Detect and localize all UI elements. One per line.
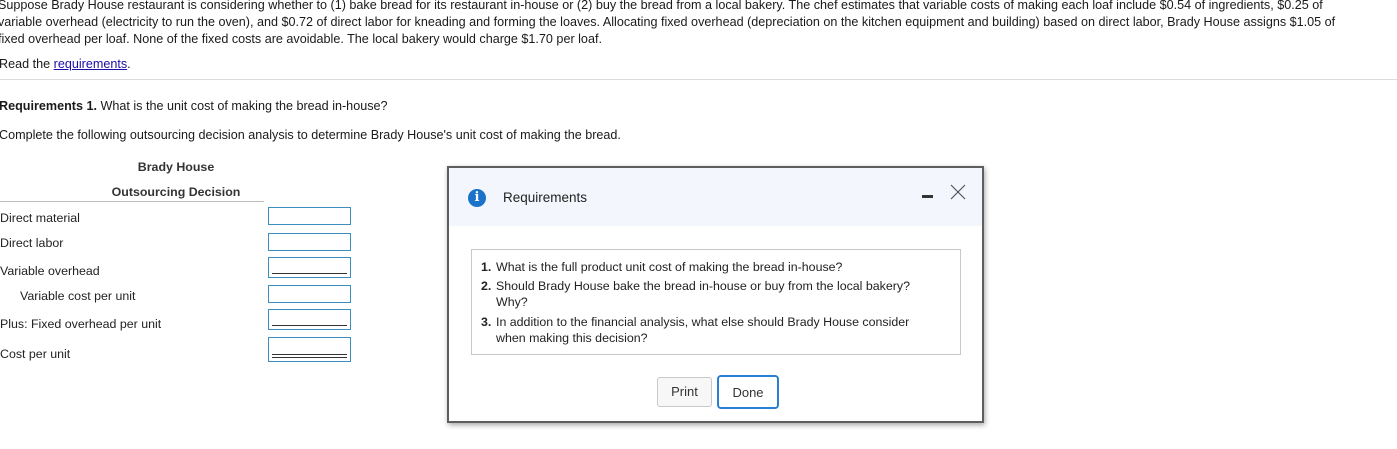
requirement-text-cont: Why? bbox=[496, 295, 528, 309]
requirement-number: 1. bbox=[481, 260, 492, 274]
problem-statement: Suppose Brady House restaurant is consid… bbox=[0, 0, 1393, 48]
requirement-number: 3. bbox=[481, 315, 492, 329]
row-label-variable-cost: Variable cost per unit bbox=[20, 289, 136, 303]
table-header-rule bbox=[0, 201, 264, 202]
direct-material-input[interactable] bbox=[268, 207, 351, 225]
variable-cost-input[interactable] bbox=[268, 285, 351, 303]
requirement-item-3: 3. In addition to the financial analysis… bbox=[481, 314, 951, 346]
table-title-company: Brady House bbox=[137, 160, 215, 174]
print-button[interactable]: Print bbox=[657, 377, 712, 407]
fixed-overhead-input[interactable] bbox=[268, 309, 351, 330]
row-label-direct-material: Direct material bbox=[0, 211, 80, 225]
minimize-icon[interactable] bbox=[922, 195, 933, 198]
row-label-direct-labor: Direct labor bbox=[0, 236, 64, 250]
close-icon[interactable] bbox=[946, 180, 970, 204]
requirement-text-cont: when making this decision? bbox=[496, 331, 648, 345]
read-suffix: . bbox=[127, 57, 131, 71]
problem-line-3: fixed overhead per loaf. None of the fix… bbox=[0, 32, 602, 46]
cost-per-unit-input[interactable] bbox=[268, 337, 351, 362]
requirements-list: 1. What is the full product unit cost of… bbox=[471, 249, 961, 355]
requirements-dialog: i Requirements 1. What is the full produ… bbox=[447, 166, 984, 423]
row-label-cost-per-unit: Cost per unit bbox=[0, 347, 71, 361]
requirement-item-1: 1. What is the full product unit cost of… bbox=[481, 259, 951, 275]
done-button[interactable]: Done bbox=[717, 375, 779, 409]
problem-line-1: Suppose Brady House restaurant is consid… bbox=[0, 0, 1323, 12]
requirement-text: What is the full product unit cost of ma… bbox=[496, 260, 843, 274]
direct-labor-input[interactable] bbox=[268, 233, 351, 251]
instruction-text: Complete the following outsourcing decis… bbox=[0, 128, 621, 142]
read-requirements-line: Read the requirements. bbox=[0, 56, 131, 72]
problem-line-2: variable overhead (electricity to run th… bbox=[0, 15, 1336, 29]
requirement-number: 2. bbox=[481, 279, 492, 293]
requirement-text: Should Brady House bake the bread in-hou… bbox=[496, 279, 910, 293]
requirement-prompt-text: What is the unit cost of making the brea… bbox=[96, 99, 388, 113]
row-label-variable-overhead: Variable overhead bbox=[0, 264, 100, 278]
section-divider bbox=[0, 79, 1397, 80]
requirement-prompt-label: Requirements 1. bbox=[0, 99, 97, 113]
dialog-title: Requirements bbox=[503, 190, 588, 205]
variable-overhead-input[interactable] bbox=[268, 257, 351, 278]
dialog-header: i Requirements bbox=[449, 168, 982, 226]
row-label-fixed-overhead: Plus: Fixed overhead per unit bbox=[0, 317, 162, 331]
read-prefix: Read the bbox=[0, 57, 54, 71]
requirements-link[interactable]: requirements bbox=[54, 57, 128, 71]
requirement-item-2: 2. Should Brady House bake the bread in-… bbox=[481, 278, 951, 310]
table-title-decision: Outsourcing Decision bbox=[111, 185, 241, 199]
requirement-text: In addition to the financial analysis, w… bbox=[496, 315, 910, 329]
requirement-prompt: Requirements 1. What is the unit cost of… bbox=[0, 99, 388, 113]
info-icon: i bbox=[468, 189, 486, 207]
